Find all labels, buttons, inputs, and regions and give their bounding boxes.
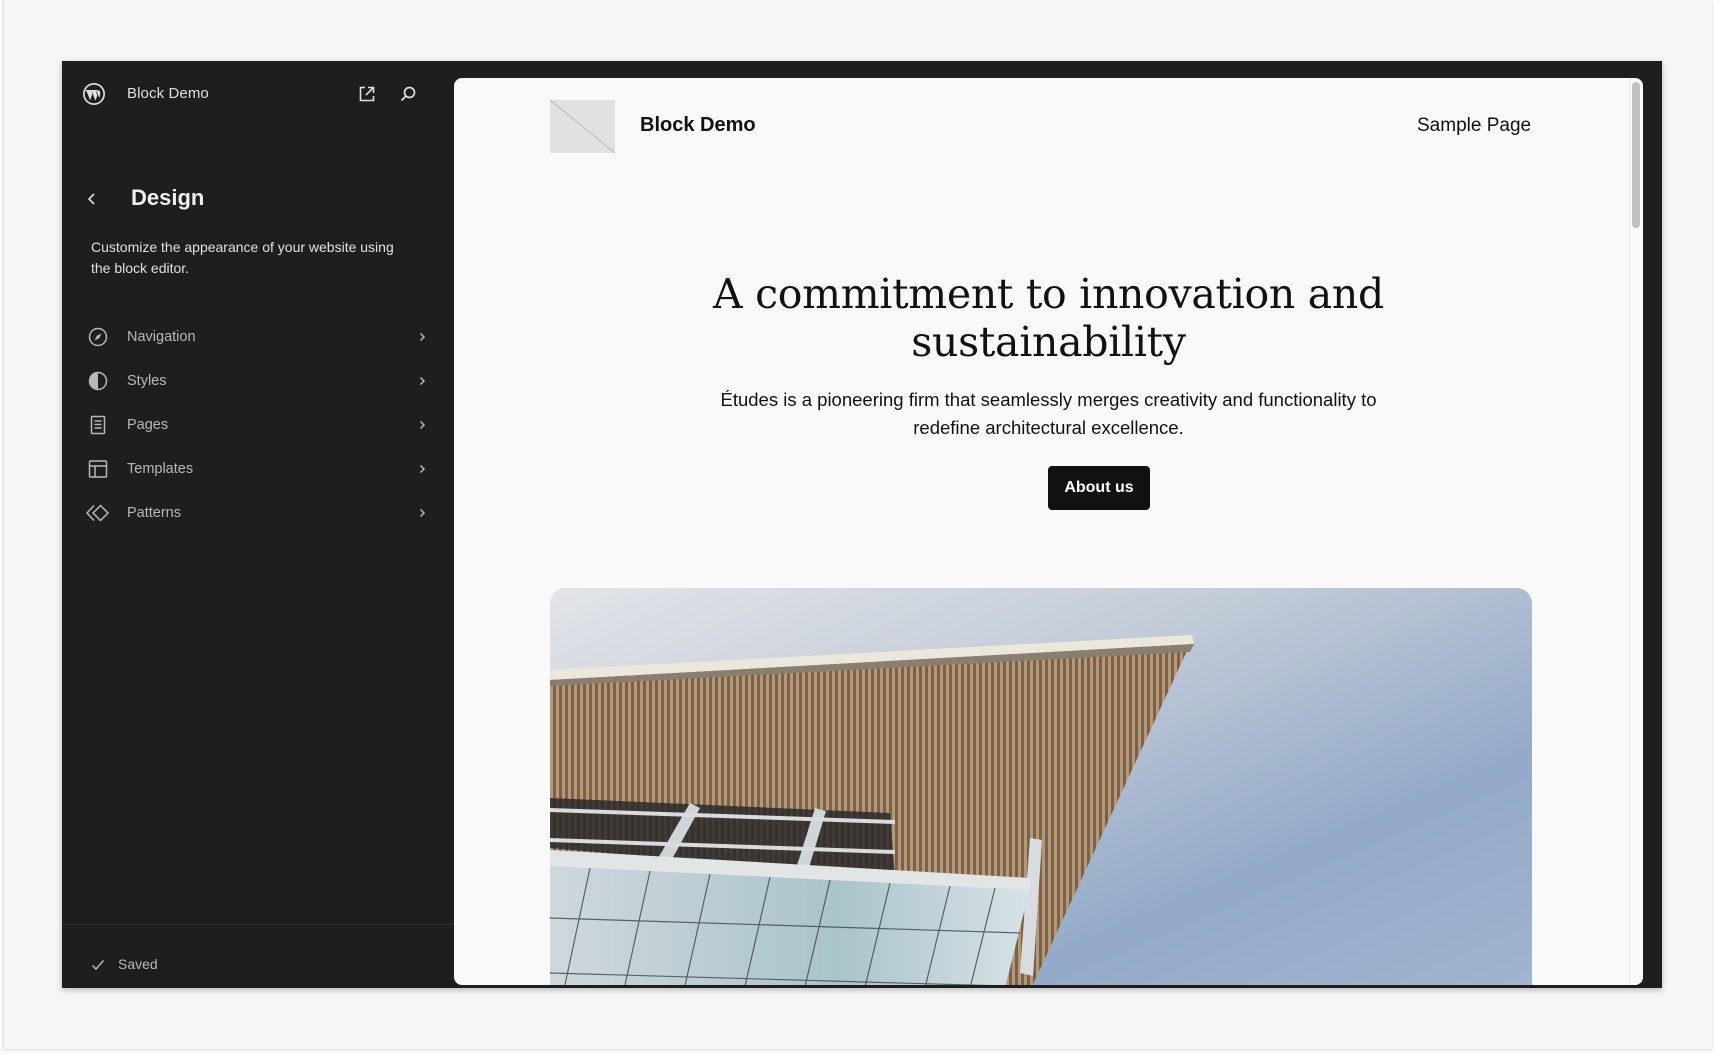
- screen-description: Customize the appearance of your website…: [91, 239, 394, 276]
- search-icon: [400, 86, 416, 102]
- chevron-left-icon: [87, 193, 95, 205]
- menu-label: Styles: [127, 373, 167, 389]
- app-background: Block Demo Design Customize the appearan…: [3, 0, 1712, 1049]
- site-hub: Block Demo: [62, 61, 454, 127]
- screen-header: Design: [62, 181, 454, 221]
- check-icon: [91, 960, 105, 971]
- site-logo-placeholder[interactable]: [550, 100, 615, 153]
- chevron-right-icon: [412, 371, 432, 391]
- preview-scrollbar[interactable]: [1629, 78, 1643, 985]
- hero-heading: A commitment to innovation and sustainab…: [713, 270, 1384, 366]
- wordpress-logo-icon[interactable]: [82, 82, 106, 106]
- menu-label: Templates: [127, 461, 194, 477]
- chevron-right-icon: [412, 327, 432, 347]
- search-button[interactable]: [395, 81, 421, 107]
- menu-label: Pages: [127, 417, 169, 433]
- nav-link-sample-page[interactable]: Sample Page: [1417, 115, 1531, 137]
- preview-site-title[interactable]: Block Demo: [640, 114, 756, 137]
- styles-half-circle-icon: [86, 369, 110, 393]
- chevron-right-icon: [412, 459, 432, 479]
- site-preview-canvas[interactable]: Block Demo Sample Page A commitment to i…: [454, 78, 1643, 985]
- menu-item-pages[interactable]: Pages: [80, 403, 436, 447]
- navigation-compass-icon: [86, 325, 110, 349]
- back-button[interactable]: [80, 187, 104, 211]
- hero-image: [550, 588, 1532, 985]
- menu-item-navigation[interactable]: Navigation: [80, 315, 436, 359]
- save-status: Saved: [62, 924, 454, 988]
- menu-item-styles[interactable]: Styles: [80, 359, 436, 403]
- layout-icon: [86, 457, 110, 481]
- about-us-button[interactable]: About us: [1048, 466, 1150, 510]
- view-site-button[interactable]: [354, 81, 380, 107]
- chevron-right-icon: [412, 503, 432, 523]
- site-editor: Block Demo Design Customize the appearan…: [62, 61, 1662, 988]
- sidebar: Block Demo Design Customize the appearan…: [62, 61, 454, 988]
- site-title[interactable]: Block Demo: [127, 85, 209, 102]
- symbol-diamond-icon: [86, 501, 110, 525]
- menu-label: Navigation: [127, 329, 196, 345]
- chevron-right-icon: [412, 415, 432, 435]
- hero-paragraph: Études is a pioneering firm that seamles…: [720, 389, 1377, 438]
- design-menu: Navigation Styles Pages Templates Patter…: [80, 315, 436, 535]
- external-link-icon: [359, 86, 375, 102]
- page-icon: [86, 413, 110, 437]
- building-illustration: [550, 588, 1532, 985]
- screen-title: Design: [131, 185, 205, 210]
- menu-item-patterns[interactable]: Patterns: [80, 491, 436, 535]
- scrollbar-thumb[interactable]: [1632, 82, 1640, 228]
- menu-label: Patterns: [127, 505, 181, 521]
- menu-item-templates[interactable]: Templates: [80, 447, 436, 491]
- saved-label: Saved: [118, 956, 158, 972]
